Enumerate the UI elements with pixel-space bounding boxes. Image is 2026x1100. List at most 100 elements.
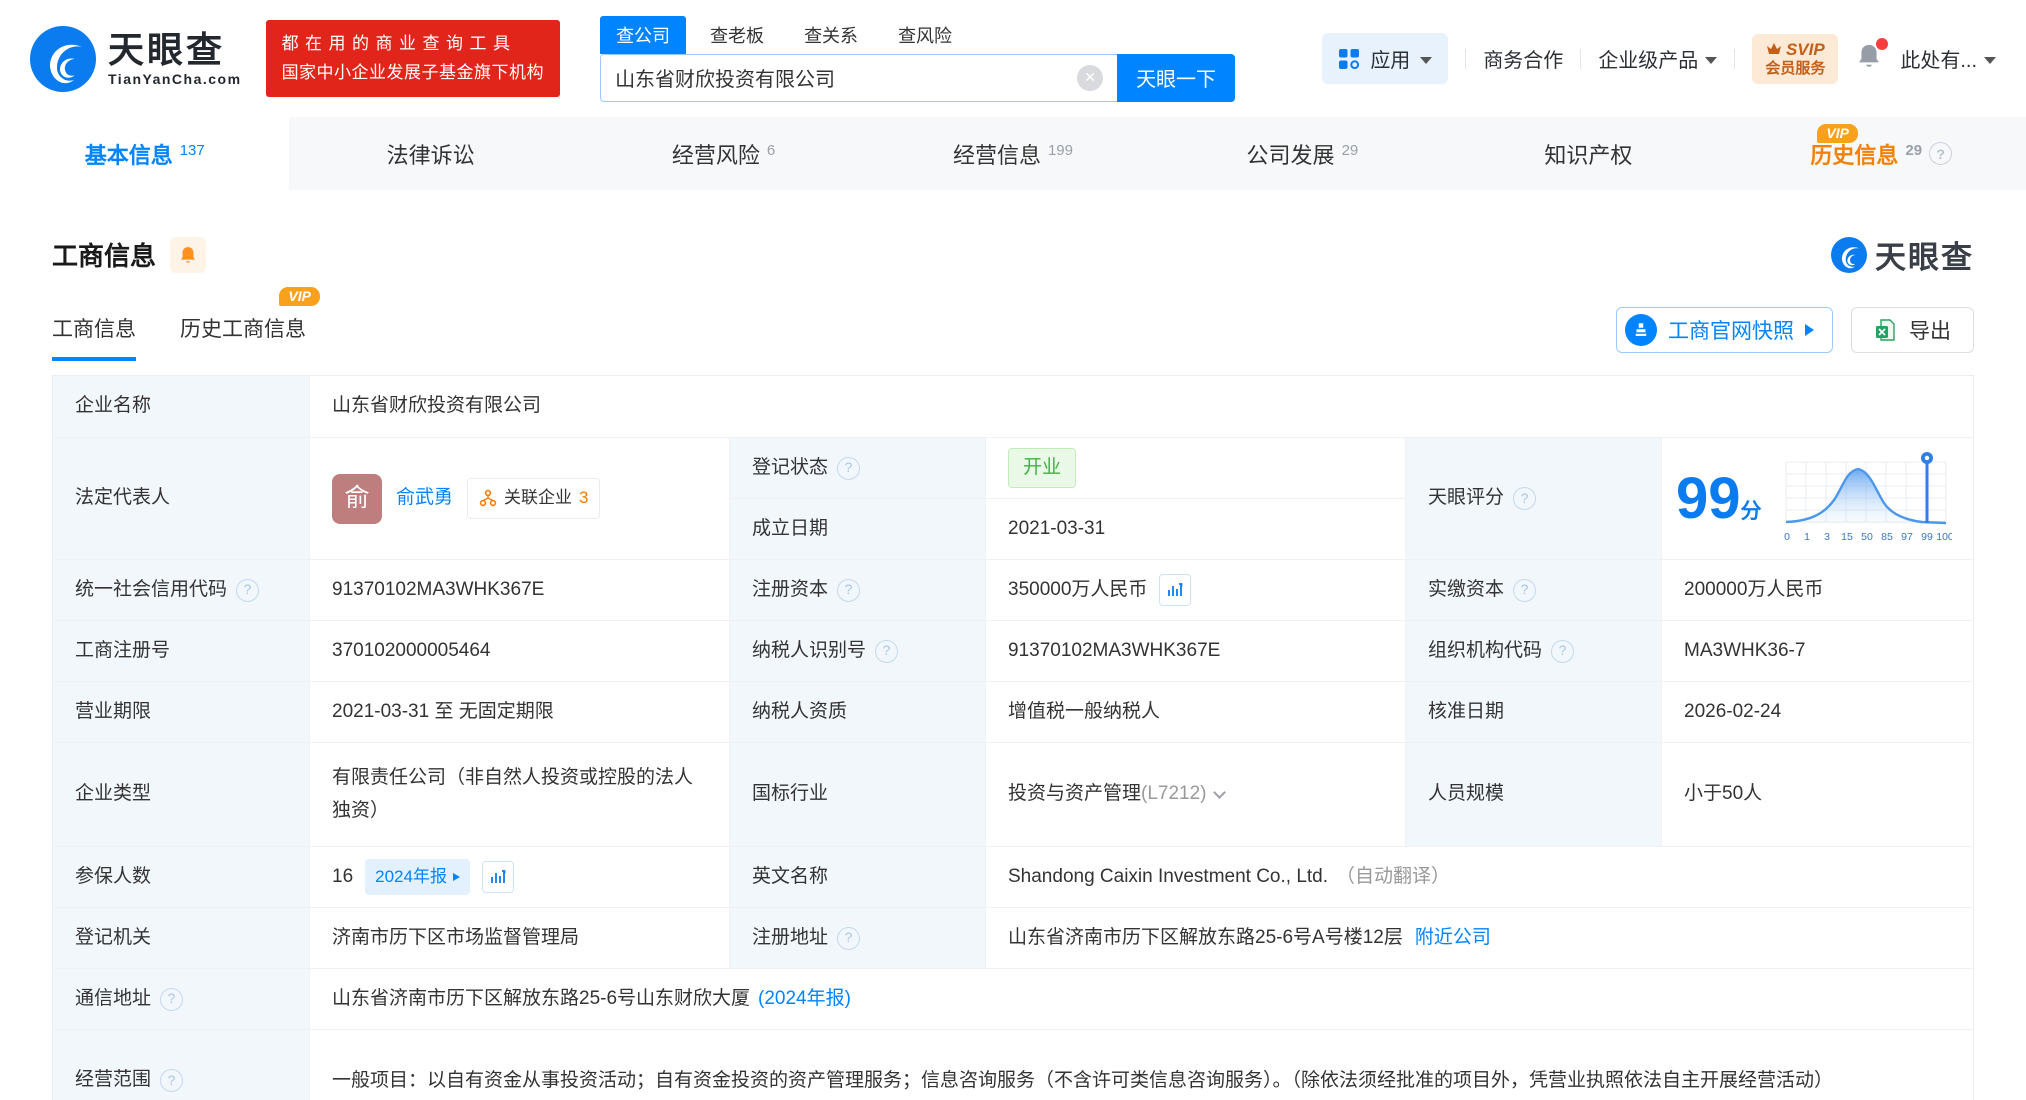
arrow-right-icon (1805, 324, 1814, 336)
chevron-down-icon (1420, 57, 1432, 64)
label-text: 实缴资本 (1428, 574, 1504, 606)
divider (1465, 49, 1466, 69)
slogan-line1: 都在用的商业查询工具 (282, 30, 545, 59)
field-label: 工商注册号 (53, 620, 309, 681)
help-icon[interactable] (1551, 640, 1574, 663)
help-icon[interactable] (236, 579, 259, 602)
svip-label-top: SVIP (1786, 39, 1825, 60)
snapshot-label: 工商官网快照 (1668, 315, 1794, 345)
export-button[interactable]: 导出 (1851, 307, 1974, 353)
insured-chart-icon[interactable] (482, 861, 514, 893)
tab-label: 基本信息 (85, 138, 173, 170)
svg-text:3: 3 (1824, 531, 1830, 543)
status-badge: 开业 (1008, 448, 1076, 488)
help-icon[interactable] (875, 640, 898, 663)
legal-rep-cell: 俞 俞武勇 关联企业 3 (309, 437, 729, 559)
search-tab-company[interactable]: 查公司 (600, 16, 686, 54)
tab-company-development[interactable]: 公司发展 29 (1158, 117, 1447, 190)
field-label: 英文名称 (729, 846, 985, 907)
svg-text:97: 97 (1901, 531, 1913, 543)
tab-intellectual-property[interactable]: 知识产权 (1447, 117, 1736, 190)
tab-operating-risk[interactable]: 经营风险 6 (579, 117, 868, 190)
annual-report-badge[interactable]: 2024年报 (365, 859, 470, 896)
reg-capital-value: 350000万人民币 (1008, 574, 1147, 606)
label-text: 纳税人识别号 (752, 635, 866, 667)
bell-icon (178, 245, 198, 265)
svg-text:1: 1 (1804, 531, 1810, 543)
field-label: 成立日期 (729, 498, 985, 559)
search-tabs: 查公司 查老板 查关系 查风险 (600, 16, 1235, 54)
field-label: 经营范围 (53, 1029, 309, 1100)
establish-date-value: 2021-03-31 (985, 498, 1405, 559)
industry-code: (L7212) (1141, 778, 1207, 810)
svip-member-button[interactable]: SVIP 会员服务 (1752, 34, 1838, 84)
account-menu[interactable]: 此处有... (1900, 44, 1996, 73)
vip-badge: VIP (279, 287, 320, 306)
tab-count: 6 (767, 142, 775, 159)
slogan-line2: 国家中小企业发展子基金旗下机构 (282, 59, 545, 88)
help-icon[interactable] (1513, 579, 1536, 602)
label-text: 登记状态 (752, 452, 828, 484)
monitor-bell-button[interactable] (170, 237, 206, 273)
main-content: 工商信息 天眼查 工商信息 VIP历史工商信息 (0, 232, 2026, 1100)
arrow-right-icon (453, 873, 460, 881)
svg-text:0: 0 (1784, 531, 1790, 543)
reg-authority-value: 济南市历下区市场监督管理局 (309, 907, 729, 968)
nearby-companies-link[interactable]: 附近公司 (1415, 922, 1491, 954)
tab-history-info[interactable]: VIP 历史信息 29 (1737, 117, 2026, 190)
search-tab-boss[interactable]: 查老板 (694, 16, 780, 54)
clear-search-icon[interactable] (1077, 65, 1103, 91)
search-tab-relation[interactable]: 查关系 (788, 16, 874, 54)
search-button[interactable]: 天眼一下 (1117, 54, 1235, 102)
apps-menu[interactable]: 应用 (1322, 33, 1448, 84)
tab-operating-info[interactable]: 经营信息 199 (868, 117, 1157, 190)
capital-chart-icon[interactable] (1159, 574, 1191, 606)
tab-basic-info[interactable]: 基本信息 137 (0, 117, 289, 190)
subtab-business-info[interactable]: 工商信息 (52, 313, 136, 361)
official-snapshot-button[interactable]: 工商官网快照 (1616, 307, 1833, 353)
tianyancha-logo[interactable]: 天眼查 TianYanCha.com (30, 26, 242, 92)
reg-status-cell: 开业 (985, 437, 1405, 498)
score-value: 99 (1676, 466, 1741, 531)
search-tab-risk[interactable]: 查风险 (882, 16, 968, 54)
watermark-text: 天眼查 (1875, 232, 1974, 277)
company-tabbar: 基本信息 137 法律诉讼 经营风险 6 经营信息 199 公司发展 29 知识… (0, 117, 2026, 190)
chart-x-ticks: 0 1 3 15 50 85 97 99 100 (1784, 531, 1952, 543)
svip-label-bottom: 会员服务 (1765, 60, 1825, 79)
svg-text:85: 85 (1881, 531, 1893, 543)
related-count: 3 (579, 484, 588, 513)
field-label: 注册地址 (729, 907, 985, 968)
help-icon[interactable] (1929, 142, 1952, 165)
help-icon[interactable] (160, 988, 183, 1011)
business-scope-value: 一般项目：以自有资金从事投资活动；自有资金投资的资产管理服务；信息咨询服务（不含… (309, 1029, 1973, 1100)
legal-rep-link[interactable]: 俞武勇 (396, 482, 453, 514)
help-icon[interactable] (837, 579, 860, 602)
subtab-history-business-info[interactable]: VIP历史工商信息 (180, 313, 306, 361)
nav-biz-cooperation[interactable]: 商务合作 (1483, 44, 1563, 73)
field-label: 参保人数 (53, 846, 309, 907)
notifications-button[interactable] (1855, 42, 1883, 76)
tab-count: 29 (1905, 142, 1922, 159)
enterprise-label: 企业级产品 (1598, 44, 1698, 73)
chevron-down-icon[interactable] (1213, 786, 1226, 799)
field-label: 国标行业 (729, 742, 985, 846)
tab-legal-proceedings[interactable]: 法律诉讼 (289, 117, 578, 190)
table-row: 企业名称 山东省财欣投资有限公司 (53, 376, 1973, 437)
table-row: 登记机关 济南市历下区市场监督管理局 注册地址 山东省济南市历下区解放东路25-… (53, 907, 1973, 968)
table-row: 工商注册号 370102000005464 纳税人识别号 91370102MA3… (53, 620, 1973, 681)
search-input[interactable] (615, 66, 1077, 89)
crown-icon (1766, 42, 1782, 56)
apps-grid-icon (1338, 48, 1360, 70)
help-icon[interactable] (837, 457, 860, 480)
help-icon[interactable] (160, 1069, 183, 1092)
taxpayer-quality-value: 增值税一般纳税人 (985, 681, 1405, 742)
help-icon[interactable] (837, 927, 860, 950)
help-icon[interactable] (1513, 487, 1536, 510)
legal-rep-avatar[interactable]: 俞 (332, 474, 382, 524)
related-label: 关联企业 (504, 484, 572, 513)
page-header: 天眼查 TianYanCha.com 都在用的商业查询工具 国家中小企业发展子基… (0, 0, 2026, 117)
tianyancha-swirl-icon (30, 26, 96, 92)
nav-enterprise-products[interactable]: 企业级产品 (1598, 44, 1717, 73)
annual-report-link[interactable]: (2024年报) (758, 983, 851, 1015)
related-companies-badge[interactable]: 关联企业 3 (467, 478, 600, 519)
